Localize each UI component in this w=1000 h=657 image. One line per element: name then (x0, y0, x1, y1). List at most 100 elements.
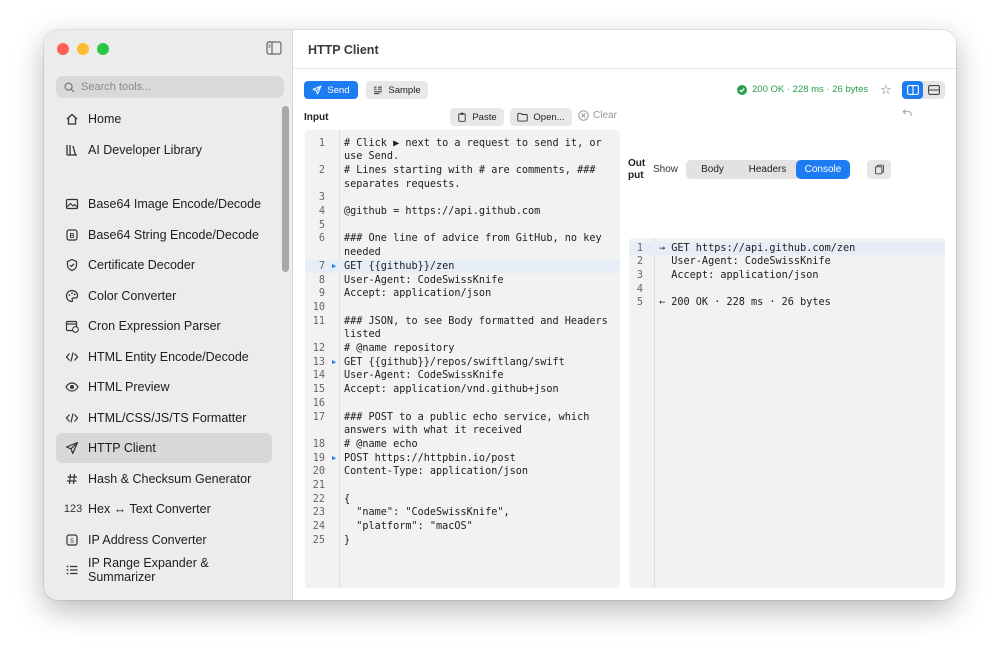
line-number: 3 (318, 192, 325, 204)
sidebar-item-label: Cron Expression Parser (88, 319, 221, 333)
svg-text:5: 5 (70, 538, 74, 545)
sidebar-item-base64-string[interactable]: B Base64 String Encode/Decode (56, 220, 272, 250)
sidebar-item-label: IP Range Expander & Summarizer (88, 556, 209, 584)
code-text: # Click ▶ next to a request to send it, … (344, 137, 602, 149)
input-editor[interactable]: 1 # Click ▶ next to a request to send it,… (305, 130, 620, 588)
eye-icon (64, 379, 80, 395)
sidebar-scrollbar[interactable] (282, 106, 289, 272)
sidebar-item-hash-generator[interactable]: Hash & Checksum Generator (56, 464, 272, 494)
sidebar-item-hex-text[interactable]: 123 Hex ↔ Text Converter (56, 494, 272, 524)
run-request-icon[interactable]: ▶ (332, 452, 336, 466)
undo-icon[interactable] (902, 108, 912, 117)
code-text: use Send. (344, 151, 400, 163)
palette-icon (64, 288, 80, 304)
output-label: Out put (628, 158, 646, 181)
show-label: Show (653, 164, 679, 175)
sidebar-item-html-entity[interactable]: HTML Entity Encode/Decode (56, 342, 272, 372)
star-icon[interactable]: ☆ (880, 82, 892, 98)
line-number: 21 (312, 480, 325, 491)
code-line: 16 (305, 397, 620, 411)
shield-check-icon (64, 257, 80, 273)
sidebar-item-ip-converter[interactable]: 5 IP Address Converter (56, 525, 272, 555)
code-text: ### One line of advice from GitHub, no k… (344, 233, 602, 245)
clear-icon (578, 110, 589, 121)
code-brackets-icon (64, 410, 80, 426)
zoom-window-button[interactable] (97, 43, 109, 55)
line-number: 10 (312, 301, 325, 313)
divider (293, 68, 956, 69)
code-line: 4 @github = https://api.github.com (305, 205, 620, 219)
paste-label: Paste (472, 111, 497, 123)
photo-icon (64, 196, 80, 212)
sidebar-item-home[interactable]: Home (56, 104, 272, 134)
sidebar-item-label: HTML Preview (88, 380, 170, 394)
line-number: 14 (312, 370, 325, 382)
line-number: 20 (312, 466, 325, 478)
code-text: listed (344, 329, 381, 341)
code-line: 4 (629, 283, 945, 297)
output-console[interactable]: 1 → GET https://api.github.com/zen 2 User-… (629, 238, 945, 588)
run-request-icon[interactable]: ▶ (332, 356, 336, 370)
layout-toggle[interactable] (902, 81, 945, 99)
code-line: 21 (305, 479, 620, 493)
sample-label: Sample (388, 84, 421, 96)
line-number: 1 (636, 242, 643, 254)
close-window-button[interactable] (57, 43, 69, 55)
line-number: 13 (312, 356, 325, 368)
code-line: 1 → GET https://api.github.com/zen (629, 242, 945, 256)
sidebar-item-label: AI Developer Library (88, 142, 202, 157)
list-icon (64, 562, 80, 578)
sidebar-item-base64-image[interactable]: Base64 Image Encode/Decode (56, 189, 272, 219)
sidebar-item-label: IP Address Converter (88, 532, 207, 547)
code-line: 18 # @name echo (305, 438, 620, 452)
sidebar-item-formatter[interactable]: HTML/CSS/JS/TS Formatter (56, 403, 272, 433)
sidebar-toggle-icon[interactable] (266, 41, 282, 55)
paper-plane-icon (312, 85, 322, 95)
sidebar-item-html-preview[interactable]: HTML Preview (56, 372, 272, 402)
clear-button[interactable]: Clear (578, 110, 617, 121)
code-text: { (344, 493, 351, 505)
search-field[interactable] (56, 76, 284, 98)
code-line: 19 ▶ POST https://httpbin.io/post (305, 452, 620, 466)
sidebar-item-http-client[interactable]: HTTP Client (56, 433, 272, 463)
send-button[interactable]: Send (304, 81, 358, 99)
sidebar-item-ip-range[interactable]: IP Range Expander & Summarizer (56, 555, 272, 585)
sample-button[interactable]: Sample (366, 81, 428, 99)
open-label: Open... (533, 111, 565, 123)
line-number: 7 (318, 260, 325, 272)
code-text: ### POST to a public echo service, which (344, 411, 590, 423)
sidebar-item-label: HTML Entity Encode/Decode (88, 349, 249, 364)
run-request-icon[interactable]: ▶ (332, 260, 336, 274)
line-number: 19 (312, 452, 325, 464)
number-square-icon: 5 (64, 532, 80, 548)
stacked-view-icon[interactable] (923, 81, 944, 99)
code-text: POST https://httpbin.io/post (344, 452, 516, 464)
clipboard-icon (458, 112, 467, 122)
sidebar-item-ai-developer-library[interactable]: AI Developer Library (56, 135, 272, 165)
open-button[interactable]: Open... (510, 108, 572, 126)
code-text: @github = https://api.github.com (344, 206, 541, 217)
split-view-icon[interactable] (902, 81, 923, 99)
tab-console[interactable]: Console (796, 160, 850, 179)
copy-output-button[interactable] (867, 160, 891, 179)
code-text: User-Agent: CodeSwissKnife (659, 256, 831, 268)
code-text: separates requests. (344, 178, 461, 190)
minimize-window-button[interactable] (77, 43, 89, 55)
search-input[interactable] (81, 81, 261, 93)
sidebar-item-cron-parser[interactable]: Cron Expression Parser (56, 311, 272, 341)
tab-headers[interactable]: Headers (739, 160, 796, 179)
code-text: Accept: application/vnd.github+json (344, 384, 559, 396)
code-text: GET {{github}}/zen (344, 260, 455, 272)
code-line: 5 ← 200 OK · 228 ms · 26 bytes (629, 296, 945, 310)
sidebar-item-label: Home (88, 112, 122, 126)
code-line: 17 ### POST to a public echo service, whi… (305, 411, 620, 425)
code-line: 24 "platform": "macOS" (305, 520, 620, 534)
paste-button[interactable]: Paste (450, 108, 504, 126)
code-line: 9 Accept: application/json (305, 287, 620, 301)
copy-icon (874, 164, 884, 175)
line-number: 4 (318, 206, 325, 217)
tab-body[interactable]: Body (686, 160, 739, 179)
sidebar-item-color-converter[interactable]: Color Converter (56, 281, 272, 311)
code-line: answers with what it received (305, 424, 620, 438)
sidebar-item-certificate-decoder[interactable]: Certificate Decoder (56, 250, 272, 280)
